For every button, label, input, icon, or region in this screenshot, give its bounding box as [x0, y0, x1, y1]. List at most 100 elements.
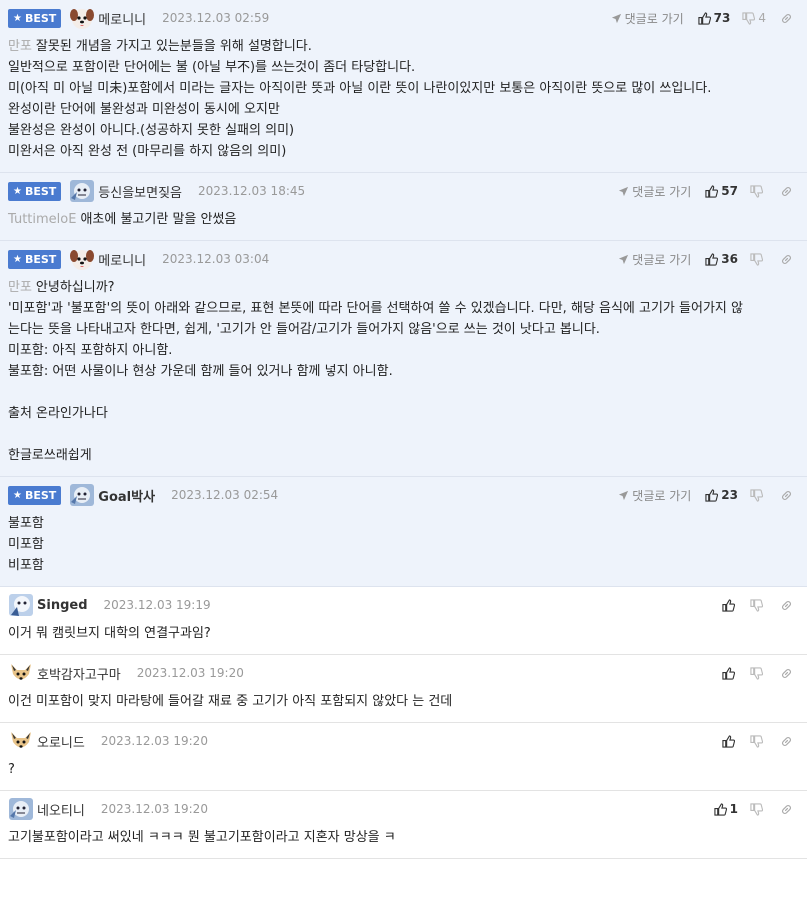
- comment-body: 만포 잘못된 개념을 가지고 있는분들을 위해 설명합니다. 일반적으로 포함이란 …: [8, 36, 799, 172]
- comment-date: 2023.12.03 03:04: [162, 252, 270, 266]
- avatar[interactable]: [69, 178, 95, 204]
- comment-line: 일반적으로 포함이란 단어에는 불 (아닐 부不)를 쓰는것이 좀더 타당합니다…: [8, 57, 799, 78]
- comment-line: 완성이란 단어에 불완성과 미완성이 동시에 오지만: [8, 99, 799, 120]
- thumbs-down-icon: [750, 666, 763, 680]
- comment-text: 미포함: 아직 포함하지 아니함.: [8, 343, 173, 358]
- go-to-reply-link[interactable]: 댓글로 가기: [618, 251, 691, 268]
- go-to-reply-link[interactable]: 댓글로 가기: [611, 10, 684, 27]
- nickname[interactable]: 오로니드: [37, 732, 85, 751]
- comment-line: '미포함'과 '불포함'의 뜻이 아래와 같으므로, 표현 본뜻에 따라 단어를…: [8, 298, 799, 319]
- comment-body: 불포함 미포함 비포함: [8, 513, 799, 586]
- share-link-button[interactable]: [780, 599, 793, 612]
- link-icon: [780, 12, 793, 25]
- comment-date: 2023.12.03 02:59: [162, 11, 270, 25]
- comment-body: 이거 뭐 캠릿브지 대학의 연결구과임?: [8, 623, 799, 654]
- share-link-button[interactable]: [780, 253, 793, 266]
- like-button[interactable]: 23: [705, 488, 738, 502]
- comment-line: 불완성은 완성이 아니다.(성공하지 못한 실패의 의미): [8, 120, 799, 141]
- dislike-button[interactable]: 4: [742, 11, 766, 25]
- like-button[interactable]: 73: [698, 11, 730, 25]
- share-link-button[interactable]: [780, 12, 793, 25]
- dislike-button[interactable]: [750, 488, 766, 502]
- share-link-button[interactable]: [780, 735, 793, 748]
- go-to-reply-link[interactable]: 댓글로 가기: [618, 487, 691, 504]
- comment-line: 미포함: [8, 534, 799, 555]
- like-button[interactable]: [722, 598, 738, 612]
- avatar[interactable]: [8, 796, 34, 822]
- thumbs-down-icon: [750, 802, 763, 816]
- star-icon: ★: [13, 12, 22, 24]
- like-button[interactable]: 1: [714, 802, 738, 816]
- comment-text: 비포함: [8, 558, 44, 573]
- thumbs-down-icon: [750, 488, 763, 502]
- comment: 호박감자고구마 2023.12.03 19:20 이건 미포함이 맞지 마라탕에 들…: [0, 655, 807, 723]
- comment-date: 2023.12.03 19:19: [103, 598, 211, 612]
- comment-text: 불포함: 어떤 사물이나 현상 가운데 함께 들어 있거나 함께 넣지 아니함.: [8, 364, 393, 379]
- comment-line: 비포함: [8, 555, 799, 576]
- nickname[interactable]: 네오티니: [37, 800, 85, 819]
- share-link-button[interactable]: [780, 803, 793, 816]
- like-button[interactable]: 36: [705, 252, 738, 266]
- nickname[interactable]: 등신을보면짖음: [98, 182, 182, 201]
- share-link-button[interactable]: [780, 185, 793, 198]
- comment-date: 2023.12.03 19:20: [136, 666, 244, 680]
- comment-line: ?: [8, 759, 799, 780]
- like-button[interactable]: [722, 734, 738, 748]
- comment-header: ★ BEST 메로니니 2023.12.03 03:04 댓글로 가기 36: [8, 241, 799, 277]
- thumbs-down-icon: [750, 252, 763, 266]
- star-icon: ★: [13, 489, 22, 501]
- dislike-button[interactable]: [750, 666, 766, 680]
- comment-line: 는다는 뜻을 나타내고자 한다면, 쉽게, '고기가 안 들어감/고기가 들어가…: [8, 319, 799, 340]
- like-button[interactable]: 57: [705, 184, 738, 198]
- avatar[interactable]: [69, 482, 95, 508]
- nickname[interactable]: Singed: [37, 598, 88, 613]
- thumbs-up-icon: [714, 802, 727, 816]
- comment-line: [8, 424, 799, 445]
- comment-tools: 댓글로 가기 73 4: [611, 0, 793, 36]
- comment-text: 한글로쓰래쉽게: [8, 448, 92, 463]
- comment-text: 완성이란 단어에 불완성과 미완성이 동시에 오지만: [8, 102, 280, 117]
- comment: 오로니드 2023.12.03 19:20?: [0, 723, 807, 791]
- share-link-button[interactable]: [780, 667, 793, 680]
- best-badge: ★ BEST: [8, 181, 62, 201]
- dislike-count: 4: [758, 11, 766, 25]
- thumbs-down-icon: [750, 598, 763, 612]
- nickname[interactable]: Goal박사: [98, 486, 155, 505]
- go-to-reply-label: 댓글로 가기: [632, 488, 692, 503]
- thumbs-up-icon: [722, 734, 735, 748]
- like-count: 23: [721, 488, 738, 502]
- send-icon: [618, 186, 629, 197]
- comment-body: 고기불포함이라고 써있네 ㅋㅋㅋ 뭔 불고기포함이라고 지혼자 망상을 ㅋ: [8, 827, 799, 858]
- comment: 네오티니 2023.12.03 19:20 1 고기불포함이라고 써있네 ㅋㅋㅋ 뭔 …: [0, 791, 807, 859]
- nickname[interactable]: 호박감자고구마: [37, 664, 121, 683]
- thumbs-up-icon: [698, 11, 711, 25]
- nickname[interactable]: 메로니니: [98, 250, 146, 269]
- avatar[interactable]: [8, 592, 34, 618]
- avatar[interactable]: [69, 5, 95, 31]
- best-badge-label: BEST: [24, 252, 57, 266]
- dislike-button[interactable]: [750, 734, 766, 748]
- avatar[interactable]: [8, 728, 34, 754]
- mention[interactable]: TuttimeloE: [8, 212, 76, 227]
- dislike-button[interactable]: [750, 184, 766, 198]
- nickname[interactable]: 메로니니: [98, 9, 146, 28]
- comment-date: 2023.12.03 19:20: [100, 802, 208, 816]
- comment-text: ?: [8, 762, 15, 777]
- dislike-button[interactable]: [750, 252, 766, 266]
- thumbs-down-icon: [750, 734, 763, 748]
- go-to-reply-link[interactable]: 댓글로 가기: [618, 183, 691, 200]
- dislike-button[interactable]: [750, 802, 766, 816]
- mention[interactable]: 만포: [8, 39, 32, 54]
- mention[interactable]: 만포: [8, 280, 32, 295]
- comment-text: '미포함'과 '불포함'의 뜻이 아래와 같으므로, 표현 본뜻에 따라 단어를…: [8, 301, 743, 316]
- share-link-button[interactable]: [780, 489, 793, 502]
- link-icon: [780, 803, 793, 816]
- comment-header: ★ BEST Goal박사 2023.12.03 02:54 댓글로 가기 23: [8, 477, 799, 513]
- avatar[interactable]: [69, 246, 95, 272]
- avatar[interactable]: [8, 660, 34, 686]
- dislike-button[interactable]: [750, 598, 766, 612]
- comment-body: 만포 안녕하십니까? '미포함'과 '불포함'의 뜻이 아래와 같으므로, 표현 본…: [8, 277, 799, 476]
- thumbs-up-icon: [722, 666, 735, 680]
- thumbs-up-icon: [722, 598, 735, 612]
- like-button[interactable]: [722, 666, 738, 680]
